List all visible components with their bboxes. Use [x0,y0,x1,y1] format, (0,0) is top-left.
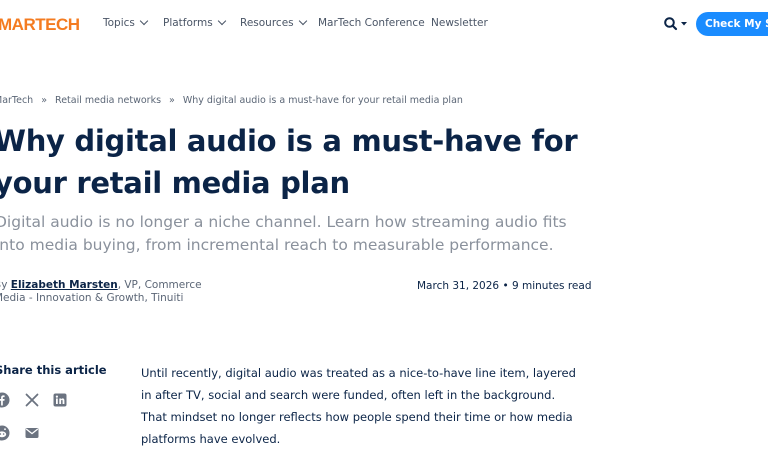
chevron-down-icon [139,16,149,26]
nav-newsletter[interactable]: Newsletter [431,17,488,29]
breadcrumb: MarTech » Retail media networks » Why digita… [0,95,463,106]
email-icon [25,428,39,438]
share-x[interactable] [24,392,40,408]
share-email[interactable] [24,425,40,441]
nav-newsletter-label: Newsletter [431,17,488,29]
check-my-seo-button[interactable]: Check My SEO [696,12,768,36]
reddit-icon [0,425,10,441]
facebook-icon [0,392,10,408]
breadcrumb-home[interactable]: MarTech [0,95,33,106]
share-reddit[interactable] [0,425,10,441]
byline-prefix: By [0,279,8,291]
article-dek: Digital audio is no longer a niche chann… [0,213,567,254]
nav-platforms[interactable]: Platforms [163,16,227,29]
meta-separator: • [502,280,512,292]
article-byline: By Elizabeth Marsten, VP, Commerce Media… [0,279,234,305]
x-icon [25,393,39,407]
chevron-down-icon [217,16,227,26]
linkedin-icon [53,393,67,407]
publish-date: March 31, 2026 [417,280,500,292]
site-header: MARTECH Topics Platforms Resources MarTe… [0,0,768,48]
nav-martech-conference[interactable]: MarTech Conference [318,17,425,29]
breadcrumb-separator: » [41,95,48,106]
nav-conference-label: MarTech Conference [318,17,425,29]
martech-logo[interactable]: MARTECH [0,15,80,35]
nav-topics[interactable]: Topics [103,16,149,29]
author-link[interactable]: Elizabeth Marsten [11,279,118,291]
nav-topics-label: Topics [103,17,135,29]
article-body-paragraph: Until recently, digital audio was treate… [141,366,576,446]
search-toggle[interactable] [663,15,689,33]
read-time: 9 minutes read [511,280,592,292]
article-title: Why digital audio is a must-have for you… [0,124,578,200]
share-heading: Share this article [0,363,107,377]
breadcrumb-category[interactable]: Retail media networks [55,95,161,106]
share-linkedin[interactable] [52,392,68,408]
article-meta: March 31, 2026 • 9 minutes read [417,280,592,292]
share-facebook[interactable] [0,392,10,408]
nav-resources-label: Resources [240,17,294,29]
chevron-down-icon [298,16,307,26]
nav-resources[interactable]: Resources [240,16,307,29]
breadcrumb-separator: » [169,95,175,106]
search-icon [664,17,687,31]
nav-platforms-label: Platforms [163,17,213,29]
breadcrumb-current: Why digital audio is a must-have for you… [182,95,463,106]
